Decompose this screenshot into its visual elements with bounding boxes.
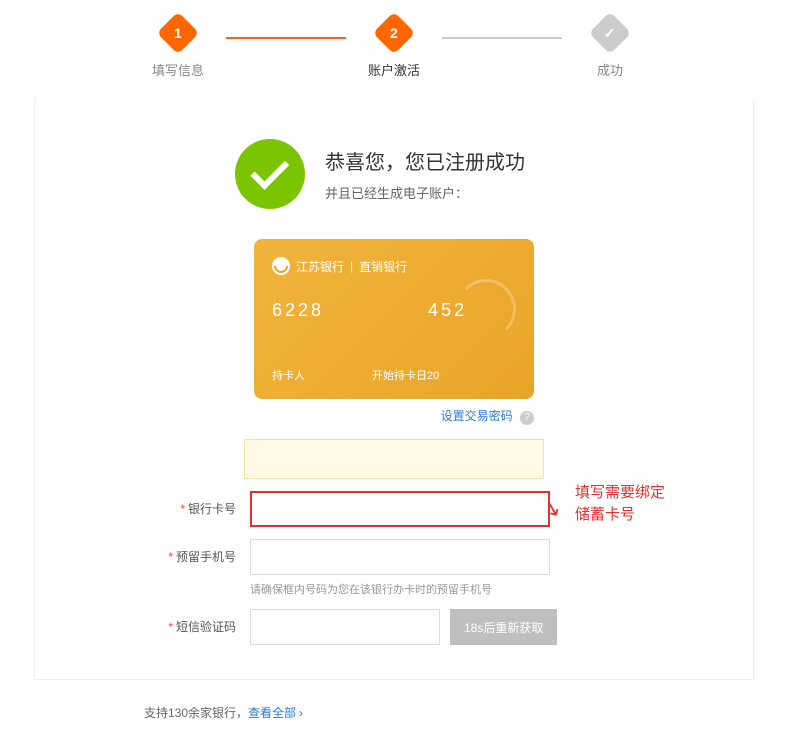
chevron-right-icon: › bbox=[299, 706, 303, 720]
success-check-icon bbox=[235, 139, 305, 209]
success-title: 恭喜您，您已注册成功 bbox=[325, 146, 525, 175]
step-2-label: 账户激活 bbox=[368, 60, 420, 79]
set-trade-password-link[interactable]: 设置交易密码 bbox=[441, 409, 513, 423]
view-all-banks-link[interactable]: 查看全部 bbox=[248, 706, 296, 720]
success-subtitle: 并且已经生成电子账户： bbox=[325, 183, 525, 202]
bank-card-label: 银行卡号 bbox=[188, 502, 236, 516]
card-decoration-icon bbox=[456, 279, 516, 339]
step-line-2-3 bbox=[442, 37, 562, 39]
sms-label: 短信验证码 bbox=[176, 620, 236, 634]
step-1-label: 填写信息 bbox=[152, 60, 204, 79]
step-3-badge: ✓ bbox=[589, 12, 631, 54]
phone-label: 预留手机号 bbox=[176, 550, 236, 564]
support-text: 支持130余家银行， bbox=[144, 706, 248, 720]
bank-name: 江苏银行 bbox=[296, 258, 344, 275]
resend-sms-button[interactable]: 18s后重新获取 bbox=[450, 609, 557, 645]
main-panel: 恭喜您，您已注册成功 并且已经生成电子账户： 江苏银行 | 直销银行 6228 … bbox=[34, 99, 754, 680]
card-holder-label: 持卡人 bbox=[272, 370, 305, 382]
bank-logo-icon bbox=[272, 257, 290, 275]
annotation-text: 填写需要绑定 储蓄卡号 bbox=[575, 482, 665, 526]
bank-brand: 江苏银行 | 直销银行 bbox=[272, 257, 516, 275]
step-3: ✓ 成功 bbox=[570, 18, 650, 79]
phone-row: *预留手机号 请确保框内号码为您在该银行办卡时的预留手机号 bbox=[35, 539, 753, 597]
bank-sub: 直销银行 bbox=[359, 258, 407, 275]
success-header: 恭喜您，您已注册成功 并且已经生成电子账户： bbox=[235, 139, 753, 209]
phone-input[interactable] bbox=[250, 539, 550, 575]
sms-row: *短信验证码 18s后重新获取 bbox=[35, 609, 753, 645]
step-line-1-2 bbox=[226, 37, 346, 39]
supported-banks-row: 支持130余家银行，查看全部› bbox=[34, 704, 754, 721]
step-2-badge: 2 bbox=[373, 12, 415, 54]
help-icon[interactable]: ? bbox=[520, 411, 534, 425]
step-1-badge: 1 bbox=[157, 12, 199, 54]
bank-card-display: 江苏银行 | 直销银行 6228 452 持卡人 开始持卡日20 bbox=[254, 239, 534, 399]
bank-card-input[interactable] bbox=[250, 491, 550, 527]
step-1: 1 填写信息 bbox=[138, 18, 218, 79]
sms-code-input[interactable] bbox=[250, 609, 440, 645]
progress-stepper: 1 填写信息 2 账户激活 ✓ 成功 bbox=[0, 0, 788, 89]
notice-box bbox=[244, 439, 544, 479]
step-2: 2 账户激活 bbox=[354, 18, 434, 79]
phone-hint: 请确保框内号码为您在该银行办卡时的预留手机号 bbox=[250, 581, 570, 597]
step-3-label: 成功 bbox=[597, 60, 623, 79]
card-start-date-value: 20 bbox=[427, 370, 439, 382]
card-start-date-label: 开始持卡日 bbox=[372, 370, 427, 382]
